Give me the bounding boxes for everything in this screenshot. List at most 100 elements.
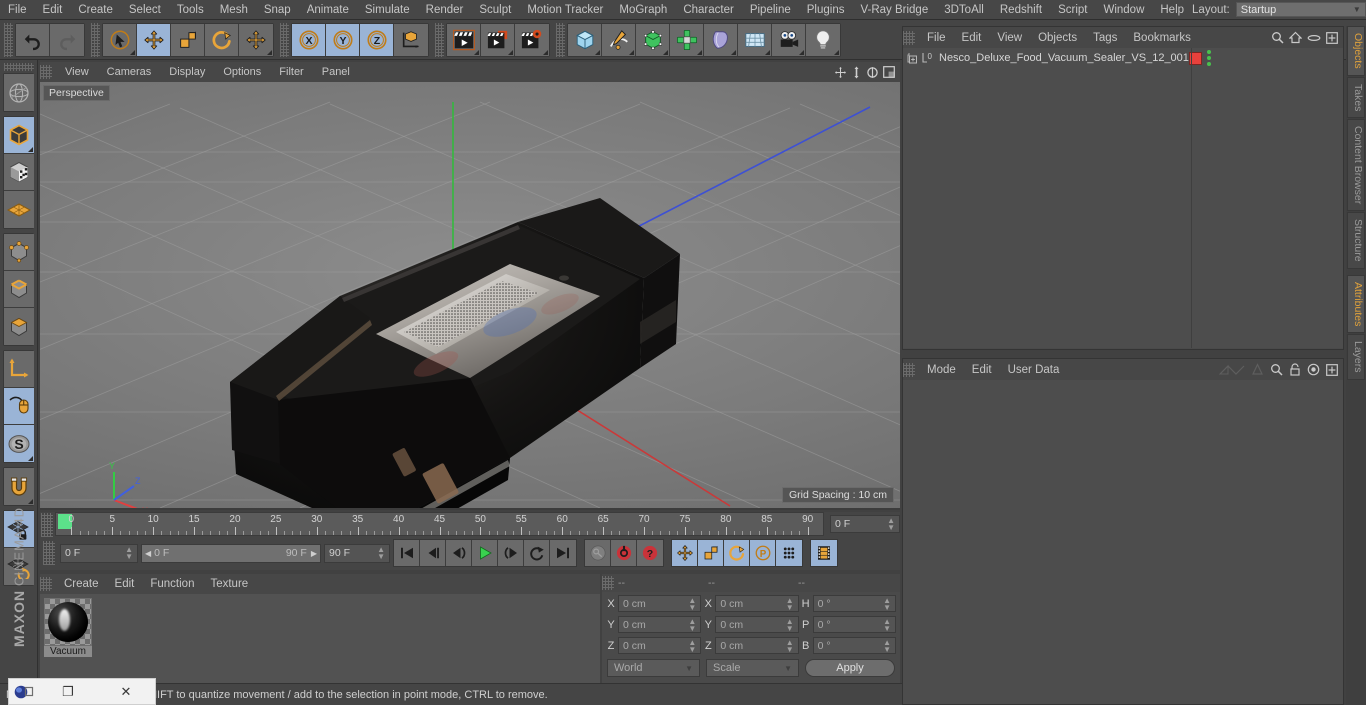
menu-sculpt[interactable]: Sculpt — [471, 2, 519, 18]
spinner-icon[interactable]: ▲ ▼ — [883, 596, 891, 611]
spinner-icon[interactable]: ▲ ▼ — [786, 638, 794, 653]
material-menu-create[interactable]: Create — [56, 576, 107, 592]
spinner-icon[interactable]: ▲ ▼ — [786, 617, 794, 632]
tab-layers[interactable]: Layers — [1347, 334, 1365, 380]
menu-select[interactable]: Select — [121, 2, 169, 18]
position-field[interactable]: 0 cm ▲ ▼ — [618, 637, 702, 654]
material-menu-edit[interactable]: Edit — [107, 576, 143, 592]
move-button[interactable] — [137, 23, 171, 56]
point-level-animation-button[interactable] — [776, 540, 802, 566]
toolbar-grip[interactable] — [556, 22, 565, 57]
material-menu-texture[interactable]: Texture — [202, 576, 256, 592]
model-mode-button[interactable] — [4, 117, 34, 154]
add-nurbs-button[interactable] — [636, 23, 670, 56]
enable-snap-button[interactable]: S — [4, 425, 34, 462]
range-right-arrow-icon[interactable]: ▶ — [311, 549, 317, 558]
scale-button[interactable] — [171, 23, 205, 56]
attribute-menu-mode[interactable]: Mode — [919, 362, 964, 378]
menu-simulate[interactable]: Simulate — [357, 2, 418, 18]
object-menu-tags[interactable]: Tags — [1085, 30, 1125, 46]
interpolation-icon[interactable] — [1219, 364, 1245, 376]
cone-icon[interactable] — [1251, 363, 1264, 376]
add-deformer-button[interactable] — [704, 23, 738, 56]
add-array-button[interactable] — [670, 23, 704, 56]
home-icon[interactable] — [1289, 31, 1302, 44]
spinner-icon[interactable]: ▲ ▼ — [883, 617, 891, 632]
menu-animate[interactable]: Animate — [299, 2, 357, 18]
rotation-field[interactable]: 0 ° ▲ ▼ — [812, 595, 896, 612]
viewport-menu-options[interactable]: Options — [214, 64, 270, 80]
end-frame-field[interactable]: 90 F ▲ ▼ — [324, 543, 390, 563]
menu-mesh[interactable]: Mesh — [212, 2, 256, 18]
taskbar-window-overlay[interactable]: ❐ ✕ — [8, 678, 156, 705]
size-field[interactable]: 0 cm ▲ ▼ — [715, 637, 799, 654]
object-axis-button[interactable] — [4, 351, 34, 388]
keyframe-selection-button[interactable]: ? — [637, 540, 663, 566]
menu-3dtoall[interactable]: 3DToAll — [936, 2, 992, 18]
step-back-button[interactable] — [446, 540, 472, 566]
restore-button[interactable]: ❐ — [39, 684, 97, 700]
render-settings-button[interactable] — [515, 23, 549, 56]
size-field[interactable]: 0 cm ▲ ▼ — [715, 616, 799, 633]
search-icon[interactable] — [1271, 31, 1284, 44]
play-backwards-step-button[interactable] — [420, 540, 446, 566]
panel-grip[interactable] — [40, 65, 52, 79]
points-mode-button[interactable] — [4, 234, 34, 271]
rotation-field[interactable]: 0 ° ▲ ▼ — [812, 616, 896, 633]
menu-pipeline[interactable]: Pipeline — [742, 2, 799, 18]
viewport-menu-filter[interactable]: Filter — [270, 64, 312, 80]
dolly-camera-icon[interactable] — [851, 66, 862, 79]
record-active-objects-button[interactable] — [611, 540, 637, 566]
menu-file[interactable]: File — [0, 2, 35, 18]
menu-redshift[interactable]: Redshift — [992, 2, 1050, 18]
spinner-icon[interactable]: ▲ ▼ — [786, 596, 794, 611]
panel-grip[interactable] — [43, 541, 55, 565]
tab-attributes[interactable]: Attributes — [1347, 274, 1365, 334]
spinner-icon[interactable]: ▲ ▼ — [688, 638, 696, 653]
preview-range-slider[interactable]: ◀ 0 F 90 F ▶ — [141, 543, 321, 563]
panel-grip[interactable] — [41, 513, 53, 537]
add-spline-button[interactable] — [602, 23, 636, 56]
object-menu-bookmarks[interactable]: Bookmarks — [1125, 30, 1199, 46]
viewport-menu-view[interactable]: View — [56, 64, 98, 80]
attribute-content[interactable] — [903, 380, 1343, 704]
step-forward-button[interactable] — [498, 540, 524, 566]
move-camera-icon[interactable] — [834, 66, 847, 79]
tab-content-browser[interactable]: Content Browser — [1347, 119, 1365, 212]
panel-grip[interactable] — [903, 30, 915, 45]
render-view-button[interactable] — [447, 23, 481, 56]
redo-button[interactable] — [50, 23, 84, 56]
lock-y-button[interactable]: Y — [326, 23, 360, 56]
autokeying-button[interactable] — [585, 540, 611, 566]
play-button[interactable] — [472, 540, 498, 566]
object-menu-view[interactable]: View — [989, 30, 1030, 46]
spinner-icon[interactable]: ▲ ▼ — [688, 617, 696, 632]
toolbar-grip[interactable] — [91, 22, 100, 57]
rotation-key-button[interactable] — [724, 540, 750, 566]
add-scene-object-button[interactable] — [738, 23, 772, 56]
spinner-icon[interactable]: ▲ ▼ — [377, 546, 385, 561]
object-menu-objects[interactable]: Objects — [1030, 30, 1085, 46]
menu-edit[interactable]: Edit — [35, 2, 71, 18]
expand-toggle-icon[interactable] — [907, 52, 919, 64]
live-selection-button[interactable] — [103, 23, 137, 56]
layout-dropdown[interactable]: Startup ▼ — [1235, 2, 1366, 17]
toolbar-grip[interactable] — [4, 22, 13, 57]
viewport-menu-panel[interactable]: Panel — [313, 64, 359, 80]
range-left-arrow-icon[interactable]: ◀ — [145, 549, 151, 558]
object-menu-edit[interactable]: Edit — [954, 30, 990, 46]
menu-motion-tracker[interactable]: Motion Tracker — [519, 2, 611, 18]
size-field[interactable]: 0 cm ▲ ▼ — [715, 595, 799, 612]
coord-system-dropdown[interactable]: World ▼ — [607, 659, 700, 677]
target-icon[interactable] — [1307, 363, 1320, 376]
menu-window[interactable]: Window — [1095, 2, 1152, 18]
search-icon[interactable] — [1270, 363, 1283, 376]
3d-viewport[interactable]: Perspective Grid Spacing : 10 cm Y X Z — [40, 82, 900, 508]
maximize-viewport-icon[interactable] — [883, 66, 895, 78]
menu-render[interactable]: Render — [418, 2, 472, 18]
toolbar-grip[interactable] — [3, 63, 34, 71]
undo-button[interactable] — [16, 23, 50, 56]
position-field[interactable]: 0 cm ▲ ▼ — [618, 616, 702, 633]
render-to-picture-viewer-button[interactable] — [481, 23, 515, 56]
go-to-end-button[interactable] — [550, 540, 576, 566]
